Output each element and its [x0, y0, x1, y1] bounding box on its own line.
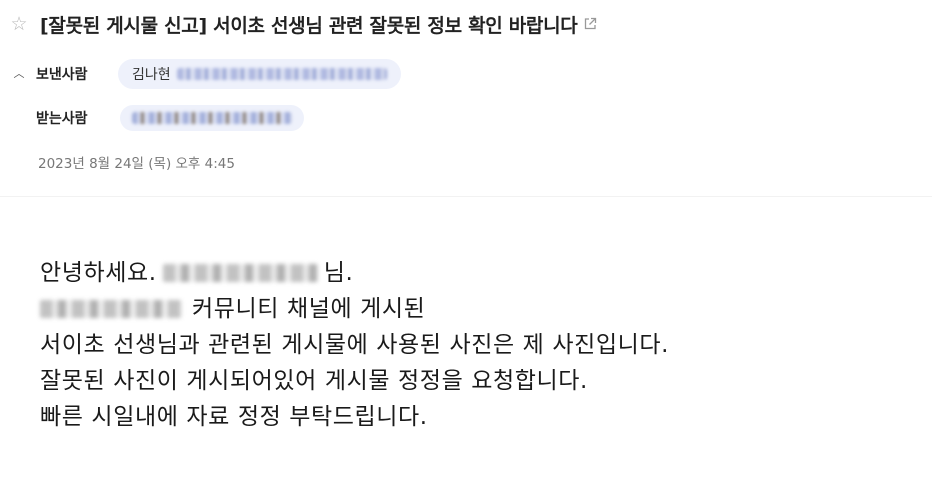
- sender-name: 김나현: [132, 67, 171, 83]
- redacted-recipient-email: [132, 112, 292, 124]
- chevron-up-icon[interactable]: ︿: [12, 67, 26, 81]
- recipient-label: 받는사람: [36, 111, 88, 127]
- body-honorific: 님.: [323, 260, 354, 286]
- header-divider: [0, 196, 932, 197]
- mail-subject: [잘못된 게시물 신고] 서이초 선생님 관련 잘못된 정보 확인 바랍니다: [40, 14, 578, 37]
- sender-chip[interactable]: 김나현: [118, 59, 401, 89]
- body-greeting: 안녕하세요.: [40, 260, 157, 286]
- body-line-5: 빠른 시일내에 자료 정정 부탁드립니다.: [40, 404, 428, 430]
- subject-row: ☆ [잘못된 게시물 신고] 서이초 선생님 관련 잘못된 정보 확인 바랍니다: [8, 8, 597, 40]
- mail-body: 안녕하세요. 님. 커뮤니티 채널에 게시된 서이초 선생님과 관련된 게시물에…: [40, 255, 669, 435]
- body-line-2: 커뮤니티 채널에 게시된: [40, 291, 669, 327]
- star-icon[interactable]: ☆: [8, 13, 30, 35]
- body-line-4: 잘못된 사진이 게시되어있어 게시물 정정을 요청합니다.: [40, 368, 588, 394]
- recipient-chip[interactable]: [120, 105, 304, 131]
- recipient-row: 받는사람: [12, 104, 304, 132]
- sent-date: 2023년 8월 24일 (목) 오후 4:45: [38, 156, 235, 172]
- redacted-channel-name: [40, 300, 182, 318]
- body-line-1: 안녕하세요. 님.: [40, 255, 669, 291]
- external-link-icon[interactable]: [583, 17, 597, 31]
- sender-row: ︿ 보낸사람 김나현: [12, 58, 401, 90]
- redacted-recipient-name: [162, 264, 318, 282]
- redacted-sender-email: [176, 68, 387, 80]
- body-line-2-text: 커뮤니티 채널에 게시된: [192, 296, 426, 322]
- sender-label: 보낸사람: [36, 67, 88, 83]
- body-line-3: 서이초 선생님과 관련된 게시물에 사용된 사진은 제 사진입니다.: [40, 332, 670, 358]
